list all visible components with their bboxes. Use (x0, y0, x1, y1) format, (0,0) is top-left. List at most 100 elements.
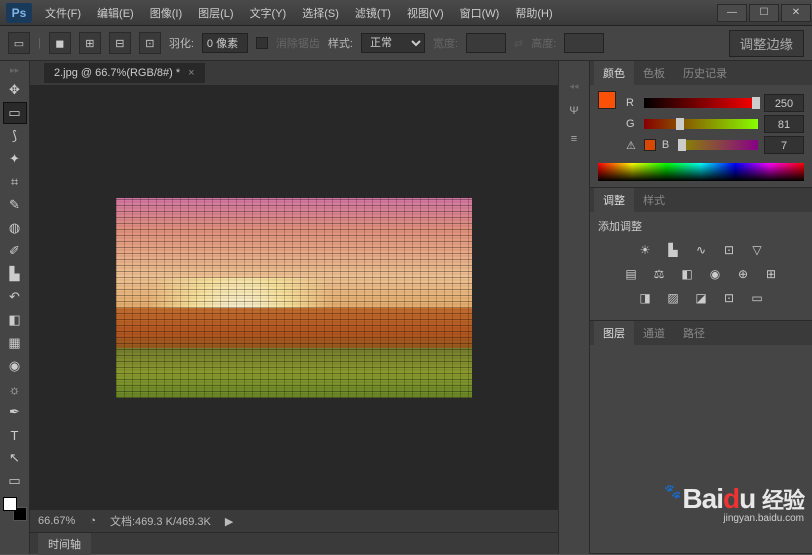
vibrance-icon[interactable]: ▽ (748, 242, 766, 258)
g-value[interactable]: 81 (764, 115, 804, 133)
paths-tab[interactable]: 路径 (674, 321, 714, 345)
crop-tool[interactable]: ⌗ (3, 171, 27, 193)
width-input (466, 33, 506, 53)
minimize-button[interactable]: — (717, 4, 747, 22)
menu-select[interactable]: 选择(S) (295, 1, 346, 25)
color-panel: 颜色 色板 历史记录 R 250 G (590, 61, 812, 188)
swatches-tab[interactable]: 色板 (634, 61, 674, 85)
history-brush-tool[interactable]: ↶ (3, 286, 27, 308)
maximize-button[interactable]: ☐ (749, 4, 779, 22)
status-arrow-icon[interactable]: ▶ (225, 515, 233, 528)
photo-filter-icon[interactable]: ◉ (706, 266, 724, 282)
eyedropper-tool[interactable]: ✎ (3, 194, 27, 216)
style-select[interactable]: 正常 (361, 33, 425, 53)
panel-bg-swatch[interactable] (644, 139, 656, 151)
gradient-tool[interactable]: ▦ (3, 332, 27, 354)
shape-tool[interactable]: ▭ (3, 470, 27, 492)
selection-intersect-icon[interactable]: ⊡ (139, 32, 161, 54)
adjustments-tab[interactable]: 调整 (594, 188, 634, 212)
menu-window[interactable]: 窗口(W) (453, 1, 507, 25)
heal-tool[interactable]: ◍ (3, 217, 27, 239)
balance-icon[interactable]: ⚖ (650, 266, 668, 282)
menu-text[interactable]: 文字(Y) (243, 1, 294, 25)
status-disk-icon[interactable]: ◔ (89, 515, 96, 527)
gradient-map-icon[interactable]: ▭ (748, 290, 766, 306)
invert-icon[interactable]: ◨ (636, 290, 654, 306)
hue-icon[interactable]: ▤ (622, 266, 640, 282)
antialias-checkbox[interactable] (256, 37, 268, 49)
eraser-tool[interactable]: ◧ (3, 309, 27, 331)
canvas-viewport[interactable] (30, 85, 558, 510)
brightness-icon[interactable]: ☀ (636, 242, 654, 258)
curves-icon[interactable]: ∿ (692, 242, 710, 258)
menu-layer[interactable]: 图层(L) (191, 1, 240, 25)
exposure-icon[interactable]: ⊡ (720, 242, 738, 258)
selective-icon[interactable]: ⊡ (720, 290, 738, 306)
history-tab[interactable]: 历史记录 (674, 61, 736, 85)
menu-help[interactable]: 帮助(H) (508, 1, 559, 25)
document-area: 2.jpg @ 66.7%(RGB/8#) * × 66.67% ◔ 文档:46… (30, 61, 558, 554)
doc-info[interactable]: 文档:469.3 K/469.3K (110, 513, 211, 529)
collapsed-panels: ◂◂ Ψ ≡ (558, 61, 590, 554)
close-button[interactable]: ✕ (781, 4, 811, 22)
b-slider[interactable] (680, 140, 758, 150)
r-value[interactable]: 250 (764, 94, 804, 112)
selection-add-icon[interactable]: ⊞ (79, 32, 101, 54)
mixer-icon[interactable]: ⊕ (734, 266, 752, 282)
move-tool[interactable]: ✥ (3, 79, 27, 101)
color-spectrum[interactable] (598, 163, 804, 181)
path-tool[interactable]: ↖ (3, 447, 27, 469)
brush-tool[interactable]: ✐ (3, 240, 27, 262)
layers-body[interactable]: 🐾Baidu 经验 jingyan.baidu.com (590, 345, 812, 485)
dodge-tool[interactable]: ☼ (3, 378, 27, 400)
color-swatches[interactable] (3, 497, 27, 521)
timeline-panel: 时间轴 (30, 532, 558, 554)
antialias-label: 消除锯齿 (276, 35, 320, 51)
color-tab[interactable]: 颜色 (594, 61, 634, 85)
pen-tool[interactable]: ✒ (3, 401, 27, 423)
g-slider[interactable] (644, 119, 758, 129)
timeline-tab[interactable]: 时间轴 (38, 533, 91, 555)
channels-tab[interactable]: 通道 (634, 321, 674, 345)
wand-tool[interactable]: ✦ (3, 148, 27, 170)
marquee-tool-preset-icon[interactable]: ▭ (8, 32, 30, 54)
b-value[interactable]: 7 (764, 136, 804, 154)
stamp-tool[interactable]: ▙ (3, 263, 27, 285)
ps-logo: Ps (6, 3, 32, 23)
expand-icon[interactable]: ◂◂ (569, 81, 578, 92)
threshold-icon[interactable]: ◪ (692, 290, 710, 306)
zoom-level[interactable]: 66.67% (38, 515, 75, 527)
lasso-tool[interactable]: ⟆ (3, 125, 27, 147)
menu-edit[interactable]: 编辑(E) (90, 1, 141, 25)
feather-label: 羽化: (169, 35, 194, 51)
bw-icon[interactable]: ◧ (678, 266, 696, 282)
refine-edge-button[interactable]: 调整边缘 (729, 30, 804, 57)
posterize-icon[interactable]: ▨ (664, 290, 682, 306)
selection-subtract-icon[interactable]: ⊟ (109, 32, 131, 54)
marquee-tool[interactable]: ▭ (3, 102, 27, 124)
menu-image[interactable]: 图像(I) (143, 1, 189, 25)
lookup-icon[interactable]: ⊞ (762, 266, 780, 282)
swatches-panel-icon[interactable]: ≡ (564, 130, 584, 148)
menu-filter[interactable]: 滤镜(T) (348, 1, 398, 25)
brushes-panel-icon[interactable]: Ψ (564, 102, 584, 120)
layers-tab[interactable]: 图层 (594, 321, 634, 345)
fg-color-swatch[interactable] (3, 497, 17, 511)
menu-view[interactable]: 视图(V) (400, 1, 451, 25)
document-tab[interactable]: 2.jpg @ 66.7%(RGB/8#) * × (44, 63, 205, 83)
type-tool[interactable]: T (3, 424, 27, 446)
document-tabs: 2.jpg @ 66.7%(RGB/8#) * × (30, 61, 558, 85)
adjustments-panel: 调整 样式 添加调整 ☀ ▙ ∿ ⊡ ▽ ▤ ⚖ ◧ ◉ ⊕ ⊞ (590, 188, 812, 321)
collapse-icon[interactable]: ▸▸ (10, 65, 19, 76)
styles-tab[interactable]: 样式 (634, 188, 674, 212)
panel-fg-swatch[interactable] (598, 91, 616, 109)
width-label: 宽度: (433, 35, 458, 51)
r-slider[interactable] (644, 98, 758, 108)
blur-tool[interactable]: ◉ (3, 355, 27, 377)
levels-icon[interactable]: ▙ (664, 242, 682, 258)
gamut-warning-icon[interactable]: ⚠ (626, 139, 636, 152)
menu-file[interactable]: 文件(F) (38, 1, 88, 25)
selection-new-icon[interactable]: ◼ (49, 32, 71, 54)
feather-input[interactable] (202, 33, 248, 53)
tab-close-icon[interactable]: × (188, 67, 194, 79)
